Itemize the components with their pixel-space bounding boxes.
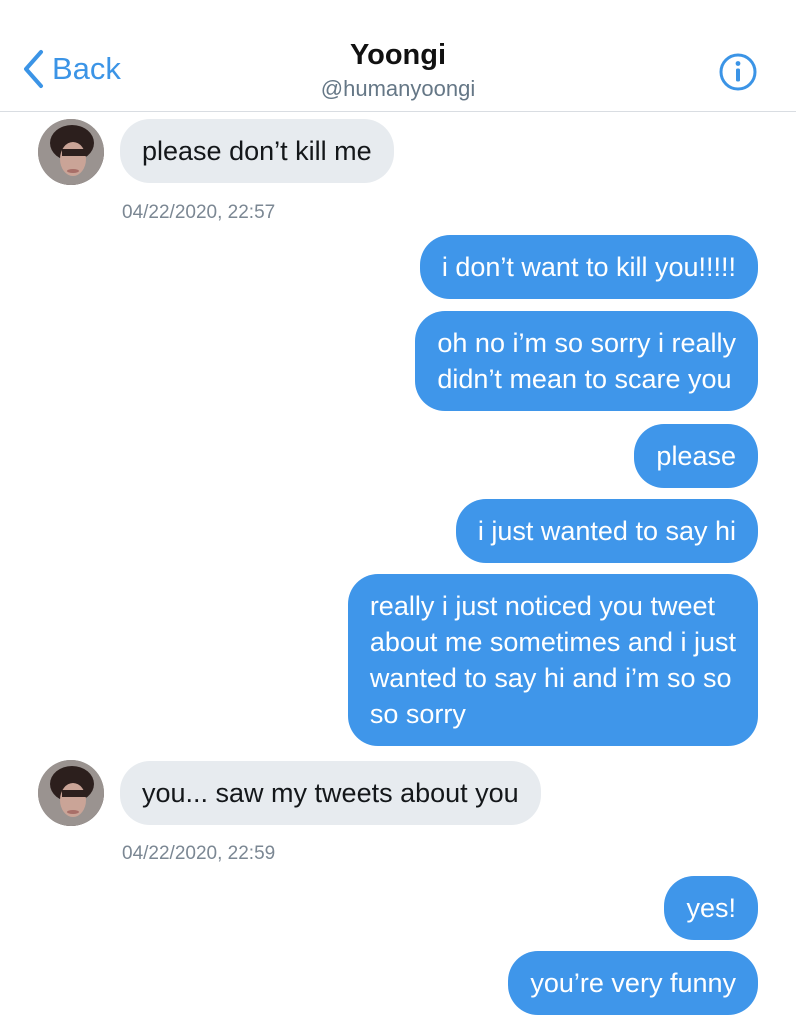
message-text: i just wanted to say hi: [477, 516, 736, 546]
incoming-message[interactable]: please don’t kill me: [120, 119, 394, 183]
message-timestamp: 04/22/2020, 22:59: [122, 843, 276, 864]
outgoing-message[interactable]: i don’t want to kill you!!!!!: [419, 235, 758, 299]
message-timestamp: 04/22/2020, 22:57: [122, 202, 276, 223]
message-text: please: [656, 441, 736, 471]
conversation-title-block: Yoongi @humanyoongi: [0, 38, 796, 104]
outgoing-message[interactable]: i just wanted to say hi: [455, 499, 758, 563]
conversation-header: Back Yoongi @humanyoongi: [0, 0, 796, 112]
info-button[interactable]: [718, 52, 758, 97]
incoming-message[interactable]: you... saw my tweets about you: [120, 761, 541, 825]
message-text: you... saw my tweets about you: [142, 778, 519, 808]
message-line: wanted to say hi and i’m so so: [369, 663, 732, 693]
avatar-photo: [38, 760, 104, 826]
outgoing-message[interactable]: oh no i’m so sorry i really didn’t mean …: [415, 311, 758, 411]
message-text: you’re very funny: [530, 968, 736, 998]
outgoing-message[interactable]: you’re very funny: [508, 951, 758, 1015]
message-text: please don’t kill me: [142, 136, 372, 166]
conversation-handle: @humanyoongi: [320, 76, 476, 101]
outgoing-message[interactable]: yes!: [664, 876, 758, 940]
message-line: so sorry: [369, 699, 466, 729]
message-line: didn’t mean to scare you: [437, 364, 732, 394]
conversation-title: Yoongi: [349, 39, 447, 71]
outgoing-message[interactable]: please: [634, 424, 758, 488]
message-text: i don’t want to kill you!!!!!: [441, 252, 736, 282]
message-line: about me sometimes and i just: [369, 627, 736, 657]
avatar[interactable]: [38, 119, 104, 185]
message-line: really i just noticed you tweet: [369, 591, 715, 621]
avatar[interactable]: [38, 760, 104, 826]
message-text: yes!: [686, 893, 736, 923]
outgoing-message[interactable]: really i just noticed you tweet about me…: [347, 574, 758, 746]
info-icon: [719, 53, 757, 91]
avatar-photo: [38, 119, 104, 185]
message-line: oh no i’m so sorry i really: [437, 328, 736, 358]
